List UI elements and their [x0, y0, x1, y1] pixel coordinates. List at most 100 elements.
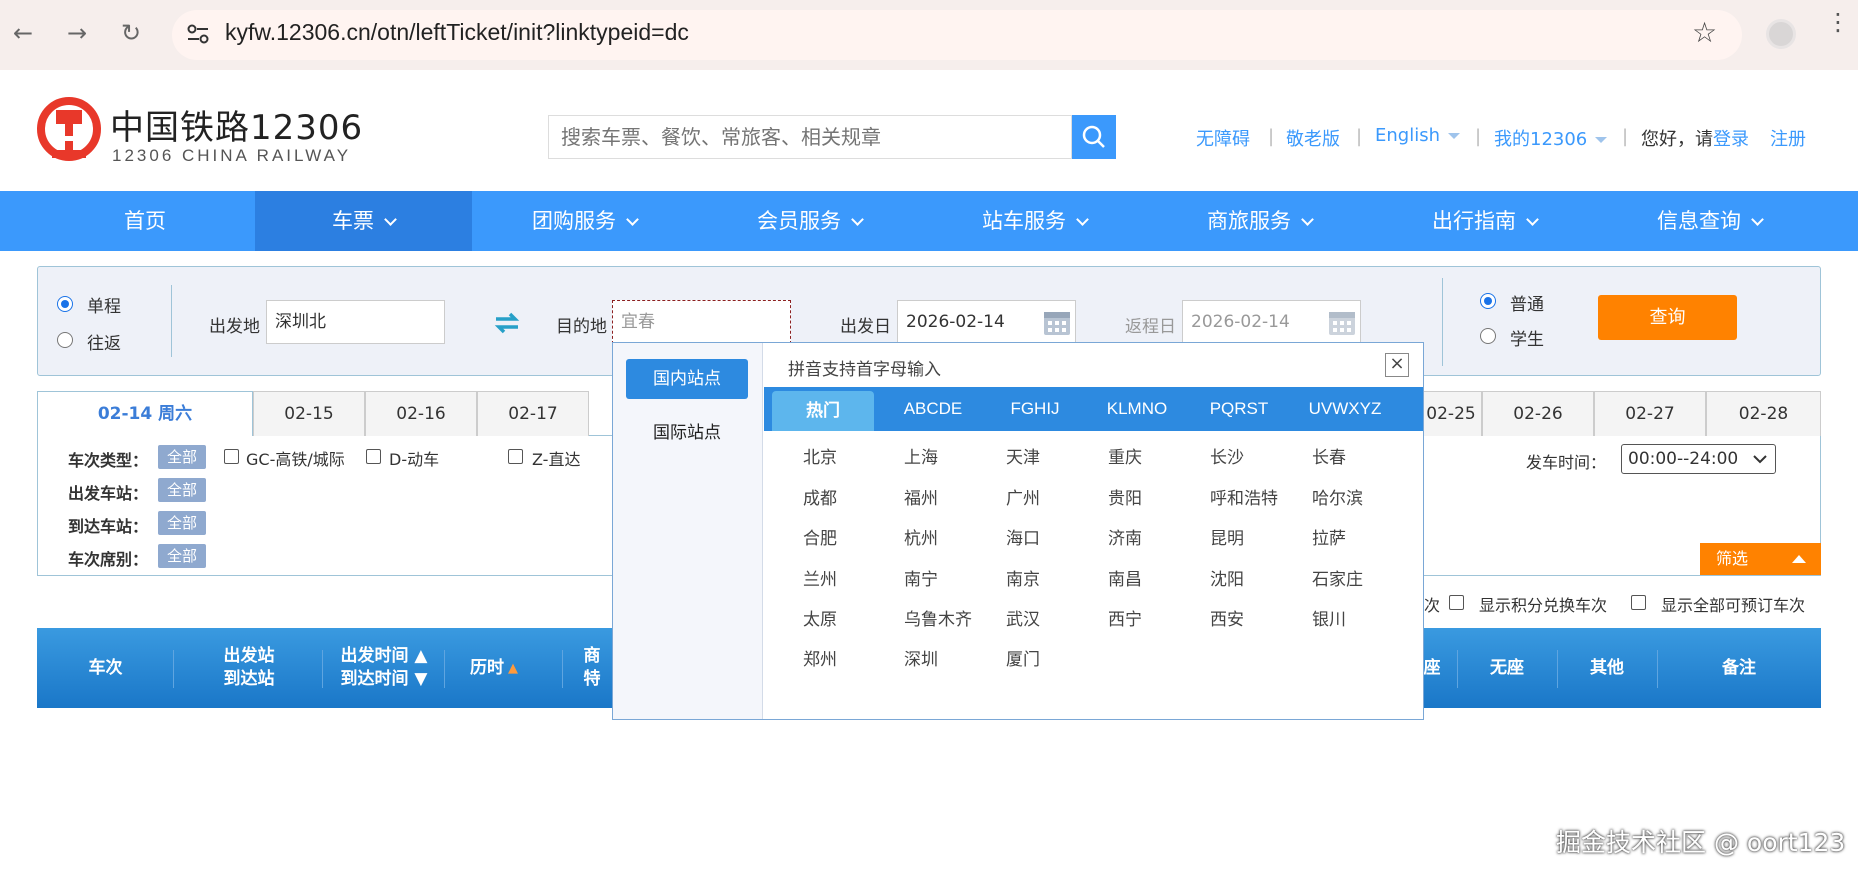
sort-down-icon[interactable]: ▼ — [409, 669, 427, 689]
nav-travel-guide[interactable]: 出行指南 — [1372, 191, 1597, 251]
nav-info-query[interactable]: 信息查询 — [1597, 191, 1822, 251]
one-way-radio[interactable] — [57, 296, 73, 312]
letter-tab[interactable]: KLMNO — [1086, 387, 1188, 431]
city-option[interactable]: 海口 — [1006, 524, 1040, 549]
col-remarks[interactable]: 备注 — [1657, 628, 1821, 708]
round-trip-radio[interactable] — [57, 332, 73, 348]
date-tab[interactable]: 02-27 — [1594, 391, 1706, 436]
menu-dots-icon[interactable]: ⋮ — [1826, 10, 1850, 34]
date-tab-active[interactable]: 02-14 周六 — [37, 391, 253, 437]
train-type-all[interactable]: 全部 — [158, 445, 206, 469]
date-tab[interactable]: 02-15 — [253, 391, 365, 436]
city-option[interactable]: 乌鲁木齐 — [904, 605, 972, 630]
city-option[interactable]: 呼和浩特 — [1210, 484, 1278, 509]
city-option[interactable]: 西安 — [1210, 605, 1244, 630]
date-tab[interactable]: 02-26 — [1482, 391, 1594, 436]
register-link[interactable]: 注册 — [1770, 125, 1806, 151]
swap-stations-icon[interactable] — [493, 311, 521, 335]
city-option[interactable]: 西宁 — [1108, 605, 1142, 630]
normal-ticket-radio[interactable] — [1480, 293, 1496, 309]
col-other[interactable]: 其他 — [1557, 628, 1657, 708]
city-option[interactable]: 南宁 — [904, 565, 938, 590]
profile-avatar[interactable] — [1766, 19, 1796, 49]
calendar-icon[interactable] — [1328, 308, 1356, 336]
nav-group-buy[interactable]: 团购服务 — [472, 191, 697, 251]
col-stations[interactable]: 出发站 到达站 — [174, 628, 324, 708]
date-tab[interactable]: 02-28 — [1706, 391, 1821, 436]
back-icon[interactable]: ← — [6, 16, 40, 50]
letter-tab[interactable]: ABCDE — [882, 387, 984, 431]
city-option[interactable]: 银川 — [1312, 605, 1346, 630]
nav-home[interactable]: 首页 — [30, 191, 260, 251]
site-search-box[interactable] — [548, 115, 1072, 159]
city-option[interactable]: 南京 — [1006, 565, 1040, 590]
city-option[interactable]: 兰州 — [803, 565, 837, 590]
depart-time-select[interactable]: 00:00--24:00 — [1621, 444, 1776, 474]
col-times[interactable]: 出发时间 ▲ 到达时间 ▼ — [324, 628, 444, 708]
date-tab[interactable]: 02-17 — [477, 391, 589, 436]
letter-tab[interactable]: FGHIJ — [984, 387, 1086, 431]
gc-checkbox[interactable] — [224, 449, 239, 464]
letter-tab-hot[interactable]: 热门 — [772, 391, 874, 431]
calendar-icon[interactable] — [1043, 308, 1071, 336]
login-link[interactable]: 登录 — [1713, 125, 1749, 151]
nav-station-service[interactable]: 站车服务 — [922, 191, 1147, 251]
logo-title[interactable]: 中国铁路12306 — [110, 100, 363, 149]
nav-tickets[interactable]: 车票 — [255, 191, 472, 251]
elder-mode-link[interactable]: 敬老版 — [1286, 125, 1340, 151]
date-tab[interactable]: 02-16 — [365, 391, 477, 436]
city-option[interactable]: 广州 — [1006, 484, 1040, 509]
nav-business[interactable]: 商旅服务 — [1147, 191, 1372, 251]
city-option[interactable]: 沈阳 — [1210, 565, 1244, 590]
city-option[interactable]: 长沙 — [1210, 443, 1244, 468]
city-option[interactable]: 成都 — [803, 484, 837, 509]
sort-up-icon[interactable]: ▲ — [409, 646, 427, 666]
site-search-input[interactable] — [549, 116, 1071, 158]
city-option[interactable]: 深圳 — [904, 645, 938, 670]
filter-toggle-button[interactable]: 筛选 — [1700, 543, 1821, 575]
city-option[interactable]: 厦门 — [1006, 645, 1040, 670]
col-train[interactable]: 车次 — [37, 628, 174, 708]
forward-icon[interactable]: → — [60, 16, 94, 50]
railway-logo-icon[interactable] — [36, 96, 102, 166]
city-option[interactable]: 昆明 — [1210, 524, 1244, 549]
student-ticket-radio[interactable] — [1480, 328, 1496, 344]
url-text[interactable]: kyfw.12306.cn/otn/leftTicket/init?linkty… — [225, 19, 689, 46]
nav-member[interactable]: 会员服务 — [697, 191, 922, 251]
z-checkbox[interactable] — [508, 449, 523, 464]
city-option[interactable]: 济南 — [1108, 524, 1142, 549]
site-settings-icon[interactable] — [184, 20, 212, 48]
tab-international[interactable]: 国际站点 — [626, 413, 748, 453]
tab-domestic[interactable]: 国内站点 — [626, 359, 748, 399]
arrive-station-all[interactable]: 全部 — [158, 511, 206, 535]
city-option[interactable]: 哈尔滨 — [1312, 484, 1363, 509]
seat-type-all[interactable]: 全部 — [158, 544, 206, 568]
city-option[interactable]: 太原 — [803, 605, 837, 630]
col-duration[interactable]: 历时 ▲ — [444, 628, 544, 708]
d-checkbox[interactable] — [366, 449, 381, 464]
city-option[interactable]: 长春 — [1312, 443, 1346, 468]
city-option[interactable]: 石家庄 — [1312, 565, 1363, 590]
sort-up-icon[interactable]: ▲ — [508, 657, 518, 680]
language-dropdown[interactable]: English — [1375, 125, 1460, 146]
site-search-button[interactable] — [1072, 115, 1116, 159]
city-option[interactable]: 福州 — [904, 484, 938, 509]
reload-icon[interactable]: ↻ — [114, 16, 148, 50]
city-option[interactable]: 上海 — [904, 443, 938, 468]
letter-tab[interactable]: PQRST — [1188, 387, 1290, 431]
depart-station-all[interactable]: 全部 — [158, 478, 206, 502]
city-option[interactable]: 武汉 — [1006, 605, 1040, 630]
city-option[interactable]: 北京 — [803, 443, 837, 468]
bookmark-star-icon[interactable]: ☆ — [1692, 16, 1717, 49]
city-option[interactable]: 郑州 — [803, 645, 837, 670]
accessible-link[interactable]: 无障碍 — [1196, 125, 1250, 151]
close-icon[interactable]: × — [1385, 353, 1409, 377]
city-option[interactable]: 天津 — [1006, 443, 1040, 468]
query-button[interactable]: 查询 — [1598, 295, 1737, 340]
city-option[interactable]: 贵阳 — [1108, 484, 1142, 509]
all-bookable-checkbox[interactable] — [1631, 595, 1646, 610]
city-option[interactable]: 合肥 — [803, 524, 837, 549]
to-station-input[interactable]: 宜春 — [612, 300, 791, 344]
letter-tab[interactable]: UVWXYZ — [1290, 387, 1400, 431]
city-option[interactable]: 南昌 — [1108, 565, 1142, 590]
